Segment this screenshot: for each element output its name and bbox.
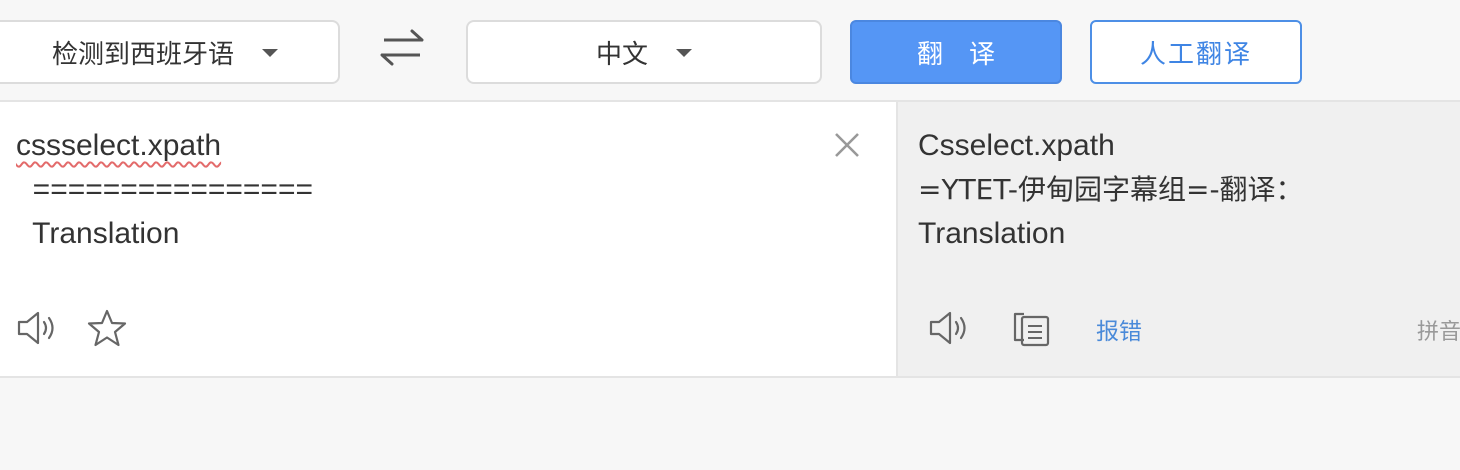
source-text-line: Translation xyxy=(16,217,180,250)
swap-arrows-icon xyxy=(380,29,424,66)
star-icon xyxy=(87,309,127,347)
translation-result-text: Csselect.xpath =YTET-伊甸园字幕组=-翻译： Transla… xyxy=(918,124,1304,256)
speaker-icon xyxy=(17,311,54,345)
pinyin-toggle[interactable]: 拼音 xyxy=(1417,314,1460,346)
target-language-select[interactable]: 中文 xyxy=(466,20,822,84)
translate-button[interactable]: 翻译 xyxy=(850,20,1062,84)
speaker-icon xyxy=(929,311,966,345)
source-text-line: cssselect.xpath xyxy=(16,129,222,162)
human-translate-button[interactable]: 人工翻译 xyxy=(1090,20,1302,84)
result-text-line: Csselect.xpath xyxy=(918,129,1115,162)
source-speak-button[interactable] xyxy=(16,308,60,348)
result-text-line: =YTET-伊甸园字幕组=-翻译： xyxy=(918,173,1304,206)
copy-button[interactable] xyxy=(1012,308,1052,348)
copy-icon xyxy=(1013,312,1050,347)
close-icon xyxy=(835,133,859,157)
source-language-select[interactable]: 检测到西班牙语 xyxy=(0,20,340,84)
target-language-label: 中文 xyxy=(595,39,648,70)
favorite-button[interactable] xyxy=(86,308,128,348)
caret-down-icon xyxy=(676,49,692,57)
source-text-line: ================ xyxy=(16,173,313,206)
source-text-input[interactable]: cssselect.xpath ================ Transla… xyxy=(16,124,313,256)
translation-result-panel: Csselect.xpath =YTET-伊甸园字幕组=-翻译： Transla… xyxy=(898,100,1460,378)
source-text-panel[interactable]: cssselect.xpath ================ Transla… xyxy=(0,100,898,378)
report-error-link[interactable]: 报错 xyxy=(1096,312,1142,346)
swap-languages-button[interactable] xyxy=(370,22,434,76)
clear-text-button[interactable] xyxy=(832,130,862,160)
source-language-label: 检测到西班牙语 xyxy=(51,39,234,70)
caret-down-icon xyxy=(262,49,278,57)
result-speak-button[interactable] xyxy=(928,308,972,348)
result-text-line: Translation xyxy=(918,217,1066,250)
